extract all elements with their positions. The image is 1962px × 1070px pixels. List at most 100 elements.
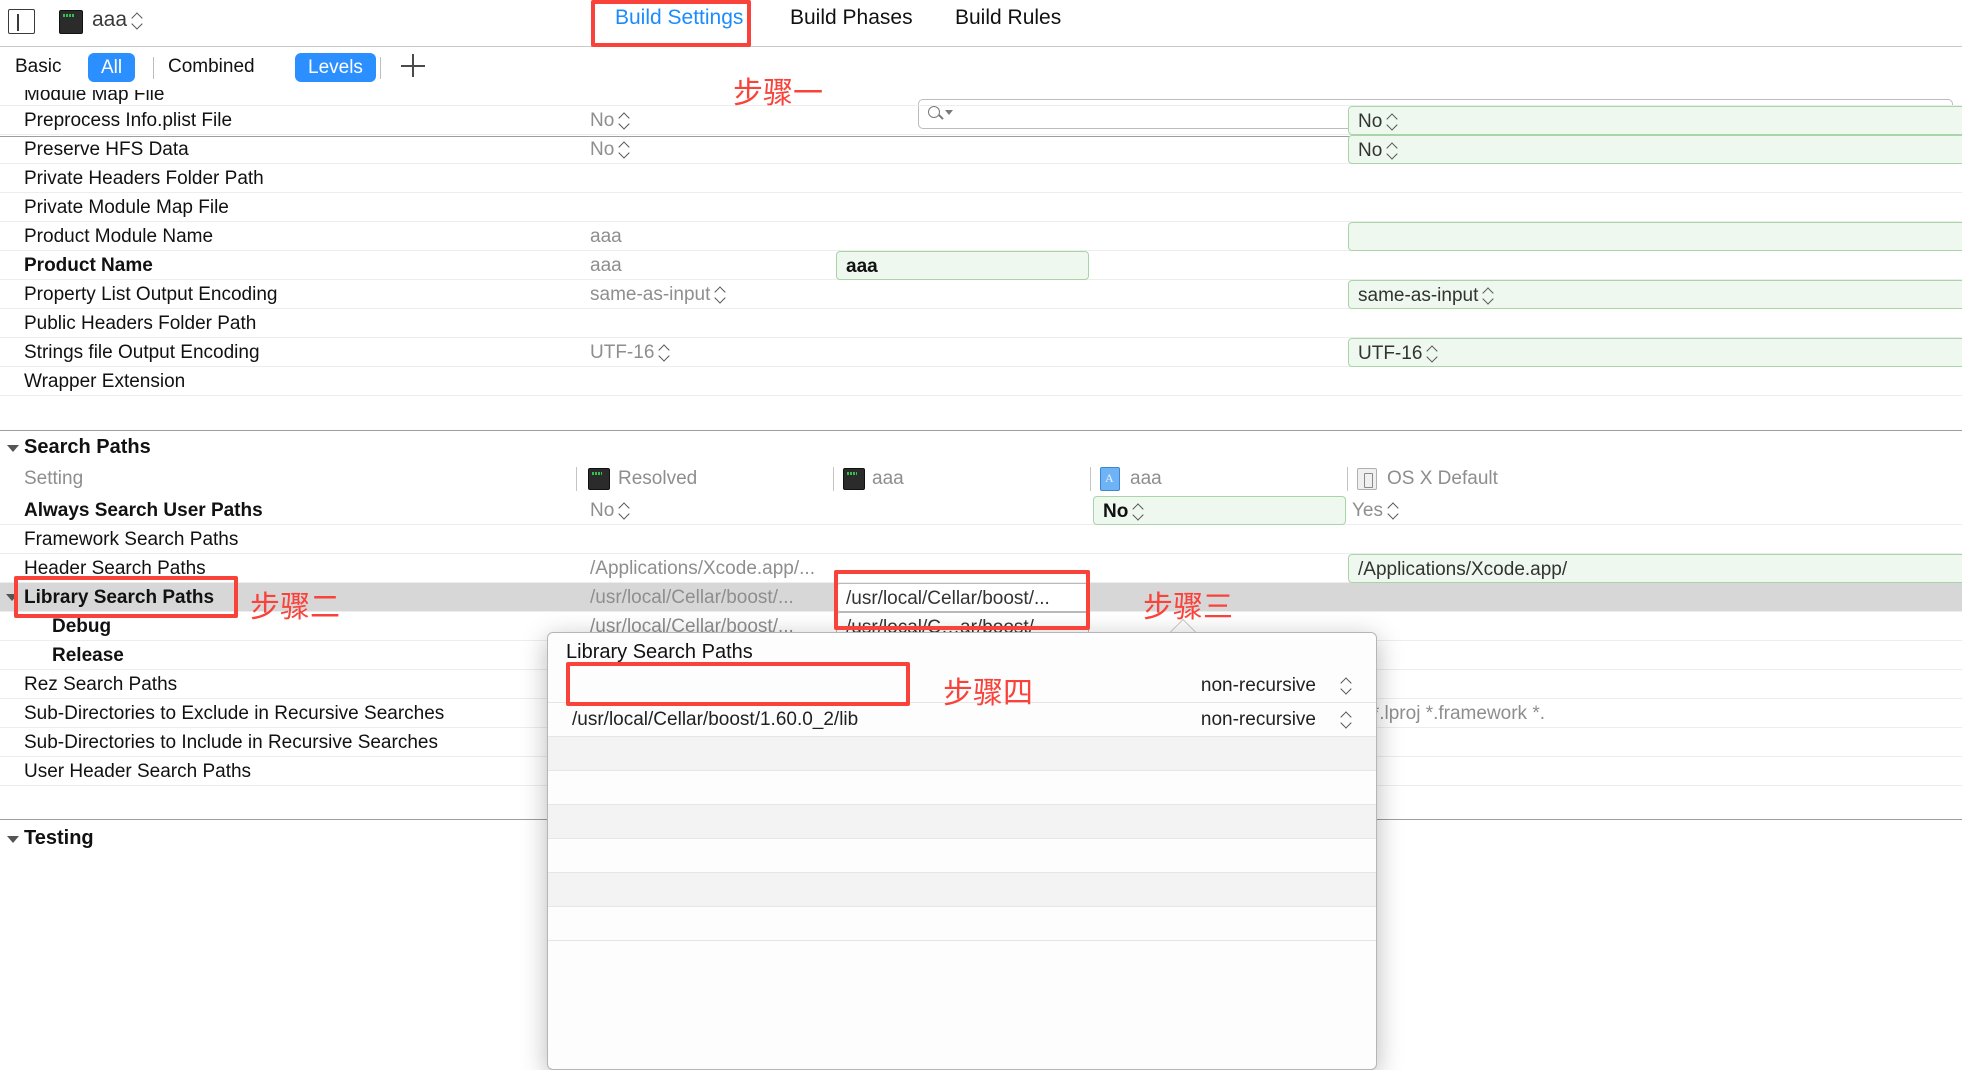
setting-name: Sub-Directories to Include in Recursive … — [24, 732, 438, 753]
popup-list-item[interactable] — [548, 907, 1376, 941]
default-value-editor[interactable]: No — [1348, 106, 1962, 135]
annotation-step-3: 步骤三 — [1143, 590, 1233, 625]
section-title: Testing — [24, 827, 94, 849]
tab-build-phases[interactable]: Build Phases — [790, 6, 913, 30]
table-row[interactable]: Product Module Name aaa — [0, 222, 1962, 251]
filter-divider-1 — [153, 57, 154, 79]
target-icon-dots — [63, 14, 74, 17]
default-value-editor[interactable]: UTF-16 — [1348, 338, 1962, 367]
setting-name: Debug — [52, 616, 112, 637]
section-title: Search Paths — [24, 436, 151, 458]
resolved-value: UTF-16 — [590, 342, 670, 364]
default-text: same-as-input — [1358, 285, 1479, 306]
setting-name: Sub-Directories to Exclude in Recursive … — [24, 703, 445, 724]
resolved-text: No — [590, 500, 615, 521]
section-header-search-paths[interactable]: Search Paths — [0, 432, 1962, 464]
column-header-target: aaa — [872, 468, 904, 489]
popup-list-item[interactable] — [548, 839, 1376, 873]
default-text: Yes — [1352, 500, 1383, 521]
target-selector[interactable]: aaa — [92, 8, 143, 32]
target-value-editor[interactable]: aaa — [836, 251, 1089, 280]
chevron-updown-icon[interactable] — [1341, 677, 1352, 694]
default-value: Yes — [1352, 500, 1399, 522]
popup-recursion-mode[interactable]: non-recursive — [1201, 709, 1316, 731]
default-value-editor[interactable] — [1348, 222, 1962, 251]
table-row[interactable]: Framework Search Paths — [0, 525, 1962, 554]
table-row[interactable]: Always Search User Paths No No Yes — [0, 496, 1962, 525]
tab-build-settings[interactable]: Build Settings — [615, 6, 743, 30]
default-value-editor[interactable]: No — [1348, 135, 1962, 164]
resolved-value: No — [590, 500, 630, 522]
target-selector-label: aaa — [92, 8, 128, 31]
column-header-resolved: Resolved — [618, 468, 698, 489]
popup-list-item[interactable] — [548, 771, 1376, 805]
table-row[interactable]: Private Module Map File — [0, 193, 1962, 222]
column-headers: Setting Resolved aaa aaa OS X Default — [0, 463, 1962, 496]
chevron-updown-icon — [619, 141, 630, 158]
chevron-updown-icon — [659, 344, 670, 361]
setting-name: Preprocess Info.plist File — [24, 110, 233, 131]
chevron-updown-icon — [1388, 502, 1399, 519]
table-spacer — [0, 396, 1962, 431]
chevron-down-icon — [7, 445, 19, 452]
popup-recursion-mode[interactable]: non-recursive — [1201, 675, 1316, 697]
target-icon — [59, 10, 83, 34]
default-value-editor[interactable]: /Applications/Xcode.app/ — [1348, 554, 1962, 583]
filter-levels[interactable]: Levels — [295, 53, 376, 82]
column-divider-1 — [576, 467, 577, 491]
tab-build-rules[interactable]: Build Rules — [955, 6, 1061, 30]
table-row[interactable]: Strings file Output Encoding UTF-16 UTF-… — [0, 338, 1962, 367]
popup-path-value[interactable]: /usr/local/Cellar/boost/1.60.0_2/lib — [572, 709, 858, 731]
resolved-value: /Applications/Xcode.app/... — [590, 558, 815, 579]
chevron-updown-icon[interactable] — [1341, 711, 1352, 728]
resolved-text: No — [590, 110, 615, 131]
filter-divider-2 — [380, 57, 381, 79]
column-header-project: aaa — [1130, 468, 1162, 489]
popup-list-item[interactable] — [548, 873, 1376, 907]
annotation-step-4: 步骤四 — [943, 676, 1033, 711]
filter-combined[interactable]: Combined — [168, 56, 255, 78]
setting-name: Product Name — [24, 255, 153, 276]
project-value-editor[interactable]: No — [1093, 496, 1346, 525]
target-icon — [588, 468, 610, 490]
sidebar-toggle-icon[interactable] — [8, 9, 35, 34]
popup-list-item[interactable] — [548, 737, 1376, 771]
filter-basic[interactable]: Basic — [15, 56, 61, 78]
setting-name: Header Search Paths — [24, 558, 206, 579]
table-row[interactable]: Product Name aaa aaa — [0, 251, 1962, 280]
popup-list-item[interactable] — [548, 805, 1376, 839]
chevron-updown-icon — [132, 12, 143, 29]
table-row[interactable]: Module Map File — [0, 90, 1962, 106]
table-row[interactable]: Preserve HFS Data No No — [0, 135, 1962, 164]
filter-all[interactable]: All — [88, 53, 136, 82]
target-icon-dots — [847, 472, 857, 475]
default-value-editor[interactable]: same-as-input — [1348, 280, 1962, 309]
table-row[interactable]: Wrapper Extension — [0, 367, 1962, 396]
sidebar-toggle-bar — [17, 14, 19, 31]
window-toolbar: aaa Build Settings Build Phases Build Ru… — [0, 0, 1962, 47]
setting-name: Rez Search Paths — [24, 674, 178, 695]
column-header-default: OS X Default — [1387, 468, 1498, 489]
setting-name: Preserve HFS Data — [24, 139, 189, 160]
project-text: No — [1103, 501, 1129, 522]
chevron-updown-icon — [715, 286, 726, 303]
table-row[interactable]: Private Headers Folder Path — [0, 164, 1962, 193]
default-text: No — [1358, 140, 1383, 161]
chevron-down-icon[interactable] — [6, 594, 18, 606]
add-setting-button[interactable] — [400, 52, 426, 78]
table-row[interactable]: Header Search Paths /Applications/Xcode.… — [0, 554, 1962, 583]
chevron-down-icon — [7, 836, 19, 843]
setting-name: Private Module Map File — [24, 197, 229, 218]
table-row[interactable]: Preprocess Info.plist File No No — [0, 106, 1962, 135]
resolved-text: UTF-16 — [590, 342, 655, 363]
setting-name: Framework Search Paths — [24, 529, 239, 550]
default-value: b *.lproj *.framework *. — [1356, 703, 1546, 724]
table-row[interactable]: Public Headers Folder Path — [0, 309, 1962, 338]
project-icon — [1100, 467, 1120, 491]
table-row[interactable]: Property List Output Encoding same-as-in… — [0, 280, 1962, 309]
default-text: UTF-16 — [1358, 343, 1423, 364]
resolved-value: No — [590, 139, 630, 161]
column-divider-3 — [1090, 467, 1091, 491]
target-value-editor[interactable]: /usr/local/Cellar/boost/... — [836, 583, 1089, 612]
chevron-updown-icon — [1483, 287, 1494, 304]
